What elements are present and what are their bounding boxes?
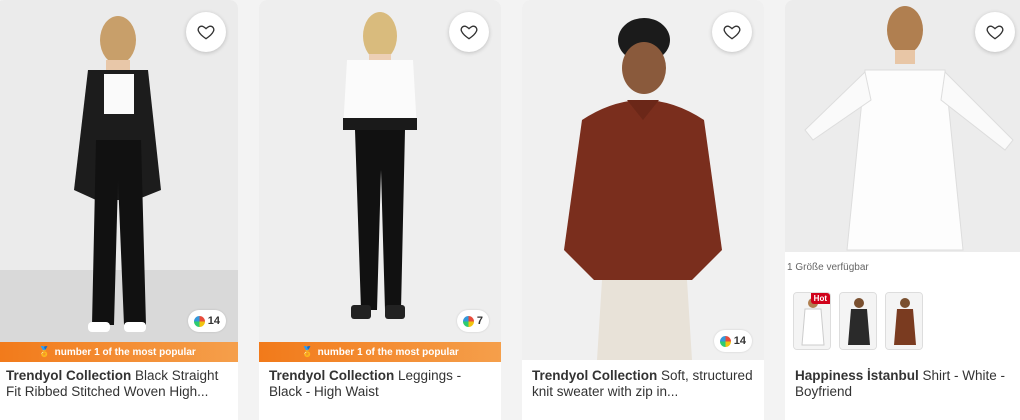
variant-thumb-black[interactable] [839, 292, 877, 350]
popular-badge-label: number 1 of the most popular [317, 346, 459, 358]
heart-icon [723, 25, 741, 40]
color-count-badge[interactable]: 14 [713, 330, 752, 352]
product-info[interactable]: Trendyol Collection Leggings - Black - H… [269, 368, 491, 400]
popular-badge: 🏅 number 1 of the most popular [0, 342, 238, 362]
color-count-badge[interactable]: 14 [187, 310, 226, 332]
heart-icon [986, 25, 1004, 40]
product-info[interactable]: Trendyol Collection Soft, structured kni… [532, 368, 754, 400]
product-brand: Happiness İstanbul [795, 368, 919, 383]
favorite-button[interactable] [975, 12, 1015, 52]
popular-badge-label: number 1 of the most popular [54, 346, 196, 358]
product-grid: 14 🏅 number 1 of the most popular Trendy… [0, 0, 1020, 420]
color-variants: Hot [793, 292, 923, 350]
color-count-badge[interactable]: 7 [456, 310, 489, 332]
product-brand: Trendyol Collection [269, 368, 395, 383]
product-brand: Trendyol Collection [6, 368, 132, 383]
color-palette-icon [193, 315, 205, 327]
product-image[interactable] [522, 0, 764, 360]
product-card[interactable]: 14 🏅 number 1 of the most popular Trendy… [0, 0, 238, 420]
variant-thumb-brown[interactable] [885, 292, 923, 350]
heart-icon [197, 25, 215, 40]
product-card[interactable]: 14 Trendyol Collection Soft, structured … [522, 0, 764, 420]
favorite-button[interactable] [186, 12, 226, 52]
favorite-button[interactable] [712, 12, 752, 52]
color-count: 14 [207, 315, 220, 327]
size-availability: 1 Größe verfügbar [787, 262, 869, 273]
product-image[interactable] [259, 0, 501, 360]
product-card[interactable]: 1 Größe verfügbar Hot Happiness İstanbul… [785, 0, 1020, 420]
favorite-button[interactable] [449, 12, 489, 52]
popular-badge: 🏅 number 1 of the most popular [259, 342, 501, 362]
heart-icon [460, 25, 478, 40]
medal-icon: 🏅 [38, 346, 51, 358]
product-info[interactable]: Happiness İstanbul Shirt - White - Boyfr… [795, 368, 1017, 400]
hot-badge: Hot [810, 293, 830, 304]
product-image[interactable] [0, 0, 238, 360]
product-card[interactable]: 7 🏅 number 1 of the most popular Trendyo… [259, 0, 501, 420]
color-count: 7 [476, 315, 483, 327]
medal-icon: 🏅 [301, 346, 314, 358]
color-palette-icon [462, 315, 474, 327]
color-count: 14 [733, 335, 746, 347]
product-info[interactable]: Trendyol Collection Black Straight Fit R… [6, 368, 228, 400]
color-palette-icon [719, 335, 731, 347]
variant-thumb-white[interactable]: Hot [793, 292, 831, 350]
product-brand: Trendyol Collection [532, 368, 658, 383]
